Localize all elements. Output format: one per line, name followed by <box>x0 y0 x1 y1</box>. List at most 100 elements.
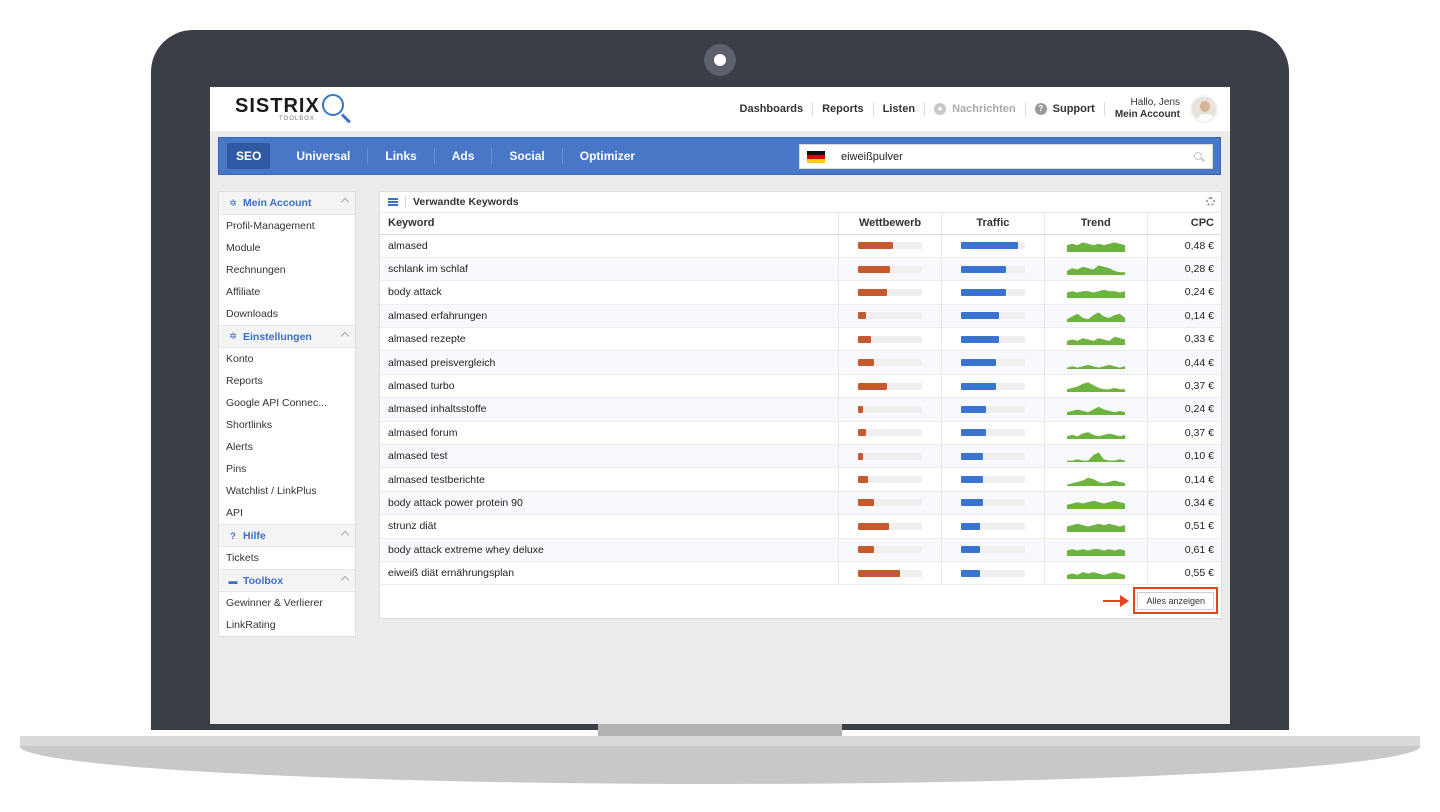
sidebar-item-module[interactable]: Module <box>219 237 355 259</box>
cpc-cell: 0,37 € <box>1146 374 1221 399</box>
traffic-cell <box>940 491 1045 516</box>
sidebar-item-reports[interactable]: Reports <box>219 370 355 392</box>
keyword-cell[interactable]: body attack extreme whey deluxe <box>380 538 839 562</box>
table-row[interactable]: almased 0,48 € <box>380 234 1221 258</box>
sidebar-section-einstellungen[interactable]: ✲ Einstellungen <box>219 325 355 348</box>
sidebar-item-downloads[interactable]: Downloads <box>219 303 355 325</box>
competition-bar-fill <box>858 382 887 390</box>
nav-nachrichten[interactable]: ● Nachrichten <box>925 102 1026 116</box>
sidebar-item-watchlist[interactable]: Watchlist / LinkPlus <box>219 480 355 502</box>
sparkline-area <box>1066 337 1125 346</box>
table-row[interactable]: body attack extreme whey deluxe 0,61 € <box>380 538 1221 562</box>
search-input[interactable] <box>841 150 1181 163</box>
keyword-cell[interactable]: body attack power protein 90 <box>380 491 839 516</box>
gear-icon[interactable] <box>1206 197 1215 206</box>
sidebar-item-shortlinks[interactable]: Shortlinks <box>219 414 355 436</box>
keyword-cell[interactable]: almased rezepte <box>380 327 839 352</box>
traffic-cell <box>940 374 1045 399</box>
keyword-cell[interactable]: almased test <box>380 444 839 469</box>
sidebar-item-gewinner-verlierer[interactable]: Gewinner & Verlierer <box>219 592 355 614</box>
table-row[interactable]: almased erfahrungen 0,14 € <box>380 304 1221 329</box>
tab-links[interactable]: Links <box>368 148 435 164</box>
cpc-cell: 0,34 € <box>1146 491 1221 516</box>
column-header-cpc[interactable]: CPC <box>1146 213 1221 235</box>
keyword-cell[interactable]: schlank im schlaf <box>380 257 839 282</box>
show-all-button[interactable]: Alles anzeigen <box>1137 592 1214 610</box>
table-row[interactable]: strunz diät 0,51 € <box>380 514 1221 539</box>
search-icon[interactable] <box>1194 152 1202 160</box>
notification-icon: ● <box>934 103 947 115</box>
user-menu[interactable]: Hallo, Jens Mein Account <box>1105 97 1190 121</box>
competition-bar-fill <box>858 265 891 273</box>
sidebar-section-mein-account[interactable]: ✲ Mein Account <box>219 192 355 215</box>
trend-cell <box>1043 327 1148 352</box>
column-header-traffic[interactable]: Traffic <box>940 213 1045 235</box>
table-row[interactable]: body attack power protein 90 0,34 € <box>380 491 1221 516</box>
sidebar-section-hilfe[interactable]: ? Hilfe <box>219 524 355 547</box>
tab-optimizer[interactable]: Optimizer <box>563 148 652 164</box>
keyword-cell[interactable]: almased erfahrungen <box>380 304 839 329</box>
sparkline-area <box>1066 452 1125 463</box>
nav-reports[interactable]: Reports <box>813 102 874 116</box>
traffic-bar <box>960 288 1025 296</box>
column-header-trend[interactable]: Trend <box>1043 213 1148 235</box>
trend-sparkline <box>1066 312 1125 322</box>
traffic-bar <box>960 265 1025 273</box>
sidebar-section-toolbox[interactable]: ▬ Toolbox <box>219 569 355 592</box>
table-row[interactable]: almased rezepte 0,33 € <box>380 327 1221 352</box>
sidebar-item-pins[interactable]: Pins <box>219 458 355 480</box>
keyword-cell[interactable]: almased preisvergleich <box>380 350 839 375</box>
column-header-wettbewerb[interactable]: Wettbewerb <box>838 213 942 235</box>
nav-listen[interactable]: Listen <box>874 102 926 116</box>
nav-dashboards[interactable]: Dashboards <box>731 102 814 116</box>
sidebar-item-affiliate[interactable]: Affiliate <box>219 281 355 303</box>
sidebar-item-linkrating[interactable]: LinkRating <box>219 614 355 636</box>
question-icon: ? <box>230 530 236 541</box>
tab-universal[interactable]: Universal <box>279 148 369 164</box>
column-header-keyword[interactable]: Keyword <box>380 213 839 235</box>
keyword-cell[interactable]: almased testberichte <box>380 467 839 492</box>
table-row[interactable]: almased forum 0,37 € <box>380 421 1221 446</box>
table-row[interactable]: almased turbo 0,37 € <box>380 374 1221 399</box>
keyword-cell[interactable]: body attack <box>380 280 839 305</box>
sidebar-item-konto[interactable]: Konto <box>219 348 355 370</box>
table-row[interactable]: body attack 0,24 € <box>380 280 1221 305</box>
sidebar-item-alerts[interactable]: Alerts <box>219 436 355 458</box>
keyword-cell[interactable]: almased turbo <box>380 374 839 399</box>
table-row[interactable]: almased testberichte 0,14 € <box>380 467 1221 492</box>
competition-bar-fill <box>858 242 894 250</box>
list-icon[interactable] <box>388 198 398 206</box>
competition-bar-fill <box>858 452 864 460</box>
germany-flag-icon[interactable] <box>807 150 825 163</box>
traffic-bar-fill <box>960 242 1019 250</box>
table-row[interactable]: schlank im schlaf 0,28 € <box>380 257 1221 282</box>
cpc-cell: 0,48 € <box>1146 234 1221 258</box>
keyword-cell[interactable]: almased forum <box>380 421 839 446</box>
keyword-cell[interactable]: strunz diät <box>380 514 839 539</box>
sidebar-item-profil-management[interactable]: Profil-Management <box>219 215 355 237</box>
table-row[interactable]: almased preisvergleich 0,44 € <box>380 350 1221 375</box>
sidebar-item-api[interactable]: API <box>219 502 355 524</box>
keyword-cell[interactable]: eiweiß diät ernährungsplan <box>380 561 839 586</box>
competition-cell <box>838 514 942 539</box>
keyword-cell[interactable]: almased inhaltsstoffe <box>380 397 839 422</box>
sidebar-item-tickets[interactable]: Tickets <box>219 547 355 569</box>
sidebar-item-rechnungen[interactable]: Rechnungen <box>219 259 355 281</box>
sistrix-logo[interactable]: SISTRIX TOOLBOX <box>235 94 352 124</box>
sidebar-item-google-api[interactable]: Google API Connec... <box>219 392 355 414</box>
table-row[interactable]: almased test 0,10 € <box>380 444 1221 469</box>
competition-bar-fill <box>858 429 866 437</box>
competition-cell <box>838 257 942 282</box>
tab-ads[interactable]: Ads <box>435 148 493 164</box>
show-all-area: Alles anzeigen <box>1103 587 1218 614</box>
trend-cell <box>1043 350 1148 375</box>
avatar[interactable] <box>1190 95 1218 123</box>
table-row[interactable]: eiweiß diät ernährungsplan 0,55 € <box>380 561 1221 586</box>
tab-social[interactable]: Social <box>492 148 563 164</box>
traffic-cell <box>940 280 1045 305</box>
nav-support[interactable]: ? Support <box>1026 102 1105 116</box>
trend-sparkline <box>1066 265 1125 276</box>
table-row[interactable]: almased inhaltsstoffe 0,24 € <box>380 397 1221 422</box>
keyword-cell[interactable]: almased <box>380 234 839 258</box>
tab-seo[interactable]: SEO <box>227 143 271 169</box>
